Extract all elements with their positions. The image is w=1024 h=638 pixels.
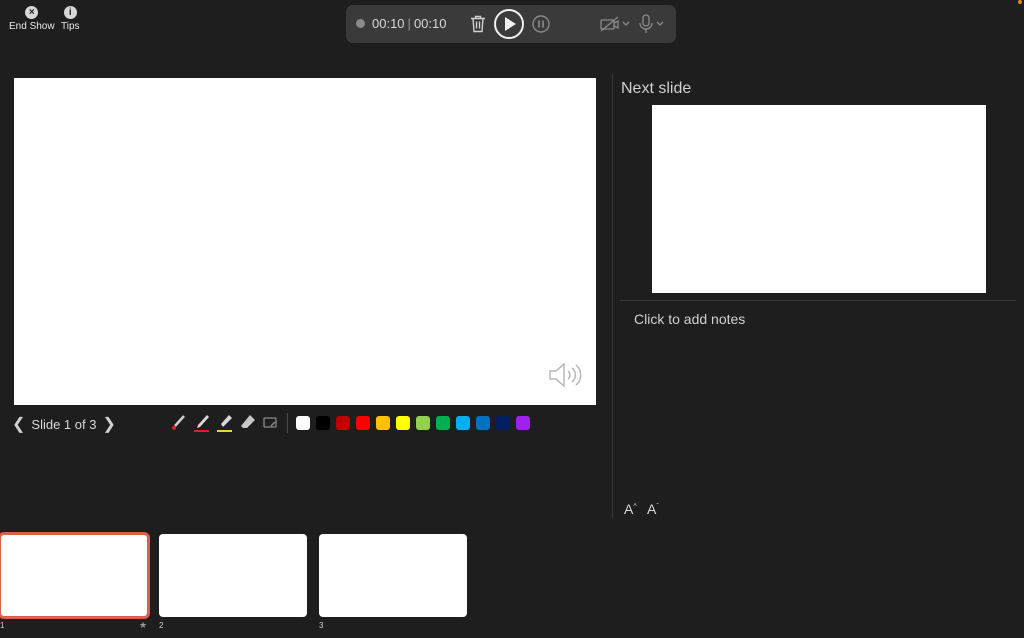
star-icon: ★ <box>139 620 148 630</box>
slide-thumbnail-1[interactable] <box>0 532 150 619</box>
current-slide[interactable] <box>14 78 596 405</box>
pen-icon[interactable] <box>193 413 210 433</box>
highlighter-icon[interactable] <box>216 413 233 433</box>
speaker-icon[interactable] <box>548 361 584 389</box>
decrease-font-icon: A <box>647 501 657 517</box>
thumbnail-number: 3 <box>319 621 324 630</box>
info-icon: i <box>63 6 77 19</box>
next-slide-heading: Next slide <box>621 80 692 97</box>
camera-off-icon[interactable] <box>600 16 632 32</box>
color-swatch-10[interactable] <box>476 416 490 430</box>
end-show-button[interactable]: × End Show <box>9 6 55 32</box>
color-swatch-2[interactable] <box>316 416 330 430</box>
increase-font-button[interactable]: A^ <box>624 501 637 517</box>
next-slide-preview[interactable] <box>652 105 986 293</box>
tips-button[interactable]: i Tips <box>61 6 80 32</box>
trash-icon[interactable] <box>470 15 486 33</box>
eraser-icon[interactable] <box>239 413 256 433</box>
slide-thumbnail-2[interactable] <box>159 534 307 617</box>
increase-font-icon: A <box>624 501 634 517</box>
color-swatch-9[interactable] <box>456 416 470 430</box>
slide-navigation: ❮ Slide 1 of 3 ❯ <box>12 414 116 434</box>
slide-counter: Slide 1 of 3 <box>31 416 97 432</box>
color-swatch-7[interactable] <box>416 416 430 430</box>
recording-timer: 00:10 | 00:10 <box>372 16 446 31</box>
color-swatch-6[interactable] <box>396 416 410 430</box>
ink-color-palette <box>296 416 530 430</box>
close-icon: × <box>25 6 39 19</box>
color-swatch-12[interactable] <box>516 416 530 430</box>
notes-field[interactable]: Click to add notes <box>634 311 745 327</box>
status-dot <box>1018 0 1022 4</box>
color-swatch-1[interactable] <box>296 416 310 430</box>
toolbar-divider <box>287 413 288 433</box>
color-swatch-5[interactable] <box>376 416 390 430</box>
recording-toolbar: 00:10 | 00:10 <box>346 5 676 43</box>
color-swatch-4[interactable] <box>356 416 370 430</box>
end-show-label: End Show <box>9 21 55 32</box>
record-indicator-icon <box>356 19 365 28</box>
color-swatch-3[interactable] <box>336 416 350 430</box>
next-slide-button[interactable]: ❯ <box>102 414 115 434</box>
pane-divider[interactable] <box>612 74 613 518</box>
color-swatch-11[interactable] <box>496 416 510 430</box>
thumbnail-number: 1 <box>0 621 5 630</box>
decrease-font-button[interactable]: Aˇ <box>647 501 659 517</box>
previous-slide-button[interactable]: ❮ <box>12 414 25 434</box>
slide-thumbnail-3[interactable] <box>319 534 467 617</box>
play-button[interactable] <box>493 8 525 40</box>
elapsed-time: 00:10 <box>372 16 405 31</box>
thumbnail-number: 2 <box>159 621 164 630</box>
color-swatch-8[interactable] <box>436 416 450 430</box>
laser-pointer-icon[interactable] <box>170 413 187 433</box>
notes-divider[interactable] <box>620 300 1016 301</box>
clear-ink-icon[interactable] <box>262 413 279 433</box>
annotation-tools <box>170 413 279 433</box>
total-time: 00:10 <box>413 16 447 31</box>
tips-label: Tips <box>61 21 80 32</box>
timer-separator: | <box>407 16 411 31</box>
microphone-icon[interactable] <box>638 14 666 34</box>
pause-button[interactable] <box>532 15 550 33</box>
